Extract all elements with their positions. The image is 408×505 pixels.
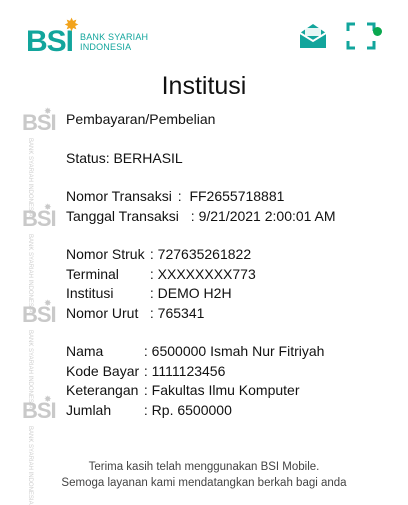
institusi-label: Institusi bbox=[66, 285, 114, 301]
nomor-transaksi-label: Nomor Transaksi bbox=[66, 188, 172, 204]
transaction-type: Pembayaran/Pembelian bbox=[66, 111, 216, 127]
kode-bayar-row: Kode Bayar : 1111123456 bbox=[66, 362, 336, 382]
keterangan-label: Keterangan bbox=[66, 382, 139, 398]
keterangan-value: Fakultas Ilmu Komputer bbox=[151, 382, 300, 398]
nomor-urut-row: Nomor Urut : 765341 bbox=[66, 304, 336, 324]
kode-bayar-value: 1111123456 bbox=[151, 362, 226, 379]
nomor-struk-value: 727635261822 bbox=[157, 246, 252, 262]
header-bar: BSI ✸ BANK SYARIAH INDONESIA bbox=[0, 0, 408, 70]
nomor-urut-value: 765341 bbox=[157, 304, 205, 321]
scan-button[interactable] bbox=[346, 22, 376, 50]
logo-star-icon: ✸ bbox=[64, 15, 80, 35]
watermark-logo: BSI ✸ BANK SYARIAH INDONESIA bbox=[22, 202, 57, 313]
nomor-transaksi-row: Nomor Transaksi : FF2655718881 bbox=[66, 187, 336, 207]
status-dot bbox=[373, 27, 382, 36]
nomor-urut-label: Nomor Urut bbox=[66, 304, 139, 321]
footer-line2: Semoga layanan kami mendatangkan berkah … bbox=[61, 477, 347, 489]
nama-value: 6500000 Ismah Nur Fitriyah bbox=[151, 343, 325, 359]
terminal-value: XXXXXXXX773 bbox=[157, 265, 256, 282]
bsi-logo: BSI ✸ BANK SYARIAH INDONESIA bbox=[26, 16, 148, 58]
logo-subtitle: BANK SYARIAH INDONESIA bbox=[80, 32, 148, 52]
terminal-row: Terminal : XXXXXXXX773 bbox=[66, 265, 336, 285]
nomor-struk-label: Nomor Struk bbox=[66, 246, 145, 262]
receipt-details: Pembayaran/Pembelian Status: BERHASIL No… bbox=[66, 110, 336, 420]
tanggal-transaksi-label: Tanggal Transaksi bbox=[66, 207, 179, 224]
mail-open-icon bbox=[299, 24, 327, 48]
watermark-logo: BSI ✸ BANK SYARIAH INDONESIA bbox=[22, 106, 57, 217]
footer-message: Terima kasih telah menggunakan BSI Mobil… bbox=[0, 459, 408, 491]
keterangan-row: Keterangan : Fakultas Ilmu Komputer bbox=[66, 381, 336, 401]
nama-row: Nama : 6500000 Ismah Nur Fitriyah bbox=[66, 342, 336, 362]
institusi-row: Institusi : DEMO H2H bbox=[66, 284, 336, 304]
kode-bayar-label: Kode Bayar bbox=[66, 362, 140, 379]
mail-button[interactable] bbox=[298, 22, 328, 50]
tanggal-transaksi-value: 9/21/2021 2:00:01 AM bbox=[198, 207, 336, 224]
page-title: Institusi bbox=[161, 72, 247, 100]
logo-mark: BSI ✸ bbox=[26, 16, 79, 58]
jumlah-label: Jumlah bbox=[66, 401, 112, 418]
nama-label: Nama bbox=[66, 343, 104, 359]
nomor-struk-row: Nomor Struk : 727635261822 bbox=[66, 245, 336, 265]
qr-scan-frame-icon bbox=[346, 22, 376, 50]
watermark-logo: BSI ✸ BANK SYARIAH INDONESIA bbox=[22, 298, 57, 409]
terminal-label: Terminal bbox=[66, 265, 119, 282]
institusi-value: DEMO H2H bbox=[157, 285, 232, 301]
footer-line1: Terima kasih telah menggunakan BSI Mobil… bbox=[88, 461, 320, 473]
jumlah-row: Jumlah : Rp. 6500000 bbox=[66, 401, 336, 421]
transaction-status: Status: BERHASIL bbox=[66, 149, 183, 166]
nomor-transaksi-value: FF2655718881 bbox=[189, 188, 285, 204]
bsi-watermark: BSI ✸ BANK SYARIAH INDONESIA BSI ✸ BANK SY… bbox=[22, 106, 57, 505]
tanggal-transaksi-row: Tanggal Transaksi : 9/21/2021 2:00:01 AM bbox=[66, 207, 336, 227]
logo-subtitle-line2: INDONESIA bbox=[80, 42, 132, 52]
jumlah-value: Rp. 6500000 bbox=[151, 401, 232, 418]
logo-subtitle-line1: BANK SYARIAH bbox=[80, 32, 149, 42]
